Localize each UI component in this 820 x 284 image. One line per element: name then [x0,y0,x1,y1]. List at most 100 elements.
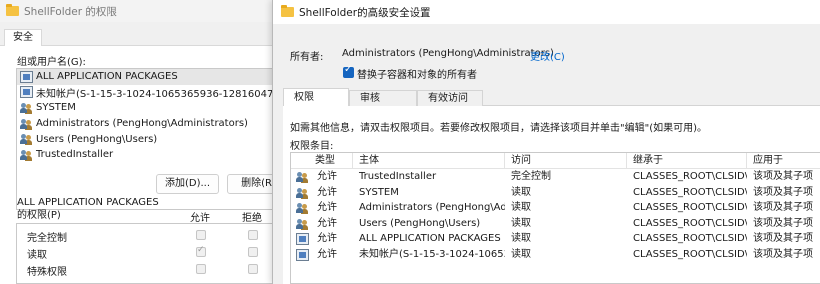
permission-entries-grid[interactable]: 类型 主体 访问 继承于 应用于 允许 TrustedInstaller 完全控制 C… [290,152,820,284]
group-name: SYSTEM [36,102,76,114]
deny-checkbox[interactable] [248,247,258,257]
tab-auditing[interactable]: 审核 [349,90,417,106]
permissions-for-principal: ALL APPLICATION PACKAGES [17,197,159,208]
permission-entry-row[interactable]: 允许 SYSTEM 读取 CLASSES_ROOT\CLSID\{F... 该项及其子项 [291,185,820,201]
users-icon [296,171,309,183]
package-icon [20,86,33,99]
users-icon [296,202,309,214]
group-list-item[interactable]: TrustedInstaller [17,147,287,163]
users-icon [296,187,309,199]
grid-rows: 允许 TrustedInstaller 完全控制 CLASSES_ROOT\CLSID… [291,169,820,263]
group-name: TrustedInstaller [36,149,114,161]
deny-column-header: 拒绝 [242,213,262,224]
column-inherited-from[interactable]: 继承于 [627,153,747,169]
entry-access: 读取 [511,217,531,229]
column-principal[interactable]: 主体 [353,153,505,169]
entry-applies: 该项及其子项 [753,233,813,245]
entry-access: 读取 [511,186,531,198]
entry-inherited: CLASSES_ROOT\CLSID\{F... [633,233,747,245]
users-icon [20,102,33,114]
entry-inherited: CLASSES_ROOT\CLSID\{F... [633,248,747,260]
allow-checkbox[interactable] [196,230,206,240]
users-icon [20,118,33,130]
change-owner-link[interactable]: 更改(C) [530,48,565,63]
group-list-item[interactable]: 未知帐户(S-1-15-3-1024-1065365936-1281604716… [17,85,287,101]
advanced-security-window: ShellFolder的高级安全设置 所有者: Administrators (… [272,0,820,284]
entry-type: 允许 [317,233,337,245]
folder-icon [6,4,19,16]
owner-label: 所有者: [290,52,324,63]
permission-entry-row[interactable]: 允许 未知帐户(S-1-15-3-1024-1065365... 读取 CLASSES… [291,247,820,263]
deny-checkbox[interactable] [248,230,258,240]
group-list-item[interactable]: SYSTEM [17,100,287,116]
entry-inherited: CLASSES_ROOT\CLSID\{F... [633,186,747,198]
entry-access: 读取 [511,233,531,245]
tab-security[interactable]: 安全 [4,29,42,47]
replace-owner-checkbox[interactable] [343,64,354,78]
entry-principal: 未知帐户(S-1-15-3-1024-1065365... [359,248,505,260]
permissions-for-suffix: 的权限(P) [17,210,61,221]
group-list-item[interactable]: Users (PengHong\Users) [17,131,287,147]
entry-inherited: CLASSES_ROOT\CLSID\{F... [633,171,747,182]
tab-permissions[interactable]: 权限 [283,88,349,106]
package-icon [296,233,309,246]
entry-type: 允许 [317,186,337,198]
column-type[interactable]: 类型 [291,153,353,169]
entry-applies: 该项及其子项 [753,248,813,260]
entry-applies: 该项及其子项 [753,186,813,198]
permission-entry-row[interactable]: 允许 ALL APPLICATION PACKAGES 读取 CLASSES_ROOT… [291,231,820,247]
entry-access: 完全控制 [511,171,551,182]
entry-access: 读取 [511,248,531,260]
advanced-security-titlebar[interactable]: ShellFolder的高级安全设置 [273,0,820,24]
group-name: ALL APPLICATION PACKAGES [36,71,178,83]
entry-type: 允许 [317,171,337,182]
entry-principal: SYSTEM [359,186,399,198]
column-applies-to[interactable]: 应用于 [747,153,820,169]
package-icon [20,70,33,83]
entry-applies: 该项及其子项 [753,217,813,229]
advanced-security-title: ShellFolder的高级安全设置 [299,6,431,19]
permissions-for-label: ALL APPLICATION PACKAGES 的权限(P) [17,196,159,222]
permission-name: 特殊权限 [27,267,67,278]
deny-checkbox[interactable] [248,264,258,274]
permission-entry-row[interactable]: 允许 Administrators (PengHong\Admi... 读取 CLAS… [291,200,820,216]
group-name: 未知帐户(S-1-15-3-1024-1065365936-1281604716… [36,88,287,100]
permission-entry-row[interactable]: 允许 Users (PengHong\Users) 读取 CLASSES_ROOT\C… [291,216,820,232]
permissions-body: 组或用户名(G): ALL APPLICATION PACKAGES 未知帐户(S… [0,46,290,284]
entry-type: 允许 [317,248,337,260]
allow-column-header: 允许 [190,213,210,224]
entry-inherited: CLASSES_ROOT\CLSID\{F... [633,217,747,229]
column-access[interactable]: 访问 [505,153,627,169]
info-text: 如需其他信息，请双击权限项目。若要修改权限项目，请选择该项目并单击"编辑"(如果… [290,123,708,134]
entry-type: 允许 [317,202,337,214]
advanced-security-tabs: 权限 审核 有效访问 [283,88,820,106]
permissions-window-titlebar[interactable]: ShellFolder 的权限 [0,0,285,22]
entry-principal: TrustedInstaller [359,171,437,182]
group-list-item[interactable]: ALL APPLICATION PACKAGES [17,69,287,85]
permission-name: 读取 [27,250,47,261]
permissions-list: 完全控制读取特殊权限 [16,223,288,284]
users-icon [20,133,33,145]
entry-applies: 该项及其子项 [753,171,813,182]
permission-entry-row[interactable]: 允许 TrustedInstaller 完全控制 CLASSES_ROOT\CLSID… [291,169,820,185]
permissions-window: ShellFolder 的权限 安全 组或用户名(G): ALL APPLICA… [0,0,290,284]
tab-effective-access[interactable]: 有效访问 [417,90,483,106]
group-list-item[interactable]: Administrators (PengHong\Administrators) [17,116,287,132]
permission-entries-label: 权限条目: [290,141,334,152]
add-button[interactable]: 添加(D)... [156,174,219,194]
permissions-tab-content: 如需其他信息，请双击权限项目。若要修改权限项目，请选择该项目并单击"编辑"(如果… [283,106,820,284]
permission-name: 完全控制 [27,233,67,244]
permissions-tabstrip: 安全 [0,26,285,47]
advanced-security-body: 所有者: Administrators (PengHong\Administra… [273,24,820,284]
folder-icon [281,5,294,17]
replace-owner-label: 替换子容器和对象的所有者 [357,70,477,81]
allow-checkbox[interactable] [196,264,206,274]
users-icon [20,149,33,161]
group-name: Administrators (PengHong\Administrators) [36,118,248,130]
entry-type: 允许 [317,217,337,229]
group-name: Users (PengHong\Users) [36,133,158,145]
entry-inherited: CLASSES_ROOT\CLSID\{F... [633,202,747,214]
allow-checkbox[interactable] [196,245,206,257]
owner-value: Administrators (PengHong\Administrators) [342,48,554,59]
entry-applies: 该项及其子项 [753,202,813,214]
